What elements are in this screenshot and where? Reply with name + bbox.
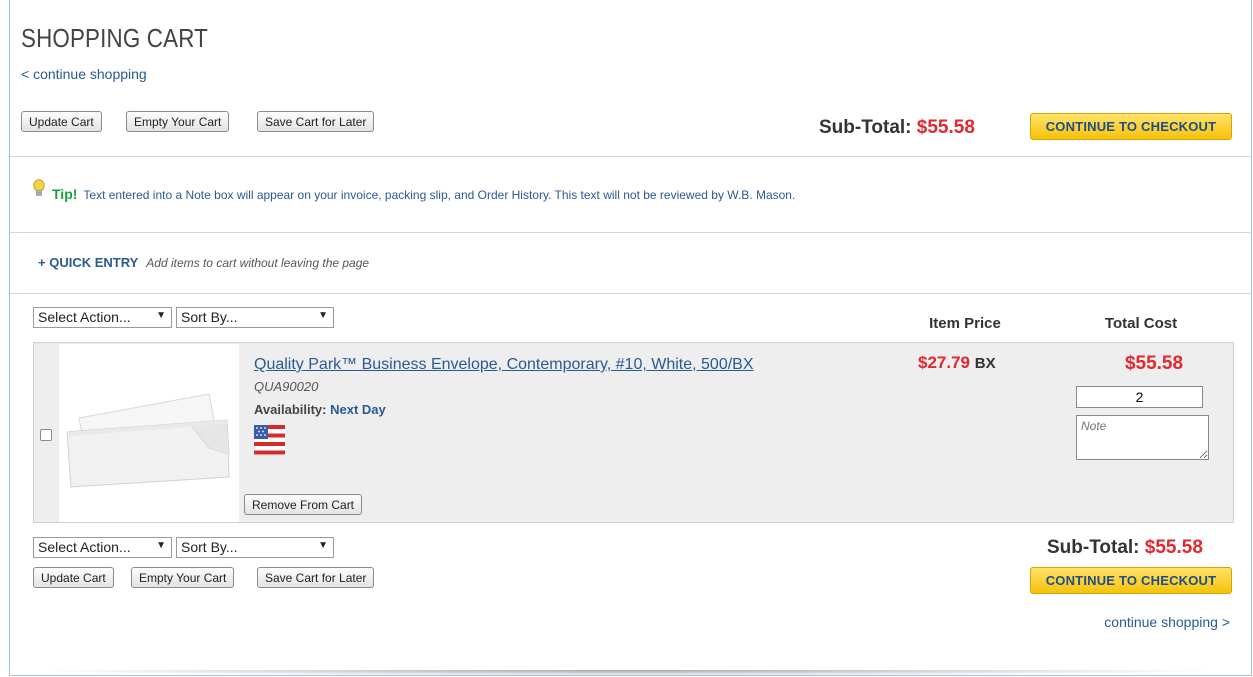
select-action-value: Select Action...	[38, 309, 131, 325]
subtotal-label: Sub-Total:	[1047, 537, 1140, 558]
quantity-input[interactable]	[1076, 386, 1203, 408]
dropdown-arrow-icon: ▼	[318, 540, 328, 551]
item-price: $27.79 BX	[918, 353, 996, 373]
envelope-image	[66, 393, 230, 488]
empty-cart-button-top[interactable]: Empty Your Cart	[126, 111, 230, 132]
quick-entry: + QUICK ENTRY Add items to cart without l…	[38, 255, 369, 270]
select-action-value: Select Action...	[38, 539, 131, 555]
dropdown-arrow-icon: ▼	[156, 540, 166, 551]
availability-label: Availability:	[254, 402, 327, 417]
save-cart-button-bottom[interactable]: Save Cart for Later	[257, 567, 375, 588]
update-cart-button-top[interactable]: Update Cart	[21, 111, 102, 132]
update-cart-button-bottom[interactable]: Update Cart	[33, 567, 114, 588]
tip-label: Tip!	[52, 186, 78, 202]
dropdown-arrow-icon: ▼	[156, 310, 166, 321]
save-cart-button-top[interactable]: Save Cart for Later	[257, 111, 375, 132]
quick-entry-description: Add items to cart without leaving the pa…	[146, 256, 370, 270]
frame-shadow	[20, 670, 1233, 676]
product-sku: QUA90020	[254, 379, 319, 394]
availability-value: Next Day	[330, 402, 386, 417]
remove-from-cart-button[interactable]: Remove From Cart	[244, 494, 363, 515]
product-name-link[interactable]: Quality Park™ Business Envelope, Contemp…	[254, 356, 754, 374]
us-flag-icon	[254, 425, 285, 455]
tip-text: Text entered into a Note box will appear…	[83, 188, 796, 202]
subtotal-label: Sub-Total:	[819, 117, 912, 138]
sort-by-value: Sort By...	[181, 539, 238, 555]
continue-shopping-link-top[interactable]: < continue shopping	[21, 66, 147, 82]
checkout-button-bottom[interactable]: CONTINUE TO CHECKOUT	[1030, 567, 1232, 594]
empty-cart-button-bottom[interactable]: Empty Your Cart	[131, 567, 235, 588]
column-item-price: Item Price	[929, 315, 1001, 332]
dropdown-arrow-icon: ▼	[318, 310, 328, 321]
sort-by-value: Sort By...	[181, 309, 238, 325]
subtotal-top: Sub-Total: $55.58	[819, 117, 975, 139]
continue-shopping-link-bottom[interactable]: continue shopping >	[1104, 614, 1230, 630]
quick-entry-link[interactable]: + QUICK ENTRY	[38, 255, 138, 270]
tip-message: Tip! Text entered into a Note box will ap…	[52, 186, 795, 202]
lightbulb-icon	[33, 179, 45, 196]
checkout-button-top[interactable]: CONTINUE TO CHECKOUT	[1030, 113, 1232, 140]
item-total-cost: $55.58	[1124, 353, 1184, 374]
page-title: SHOPPING CART	[21, 23, 208, 53]
select-action-top[interactable]: Select Action... ▼	[33, 307, 172, 328]
item-checkbox[interactable]	[40, 429, 52, 441]
item-price-value: $27.79	[918, 353, 970, 372]
availability: Availability: Next Day	[254, 402, 386, 417]
subtotal-value: $55.58	[916, 117, 975, 138]
column-total-cost: Total Cost	[1104, 315, 1178, 332]
select-action-bottom[interactable]: Select Action... ▼	[33, 537, 172, 558]
item-price-unit: BX	[974, 355, 996, 372]
note-field[interactable]	[1076, 415, 1209, 460]
divider	[10, 156, 1252, 157]
divider	[10, 232, 1252, 233]
product-image[interactable]	[59, 344, 239, 522]
subtotal-value: $55.58	[1144, 537, 1203, 558]
cart-item-row: Quality Park™ Business Envelope, Contemp…	[33, 342, 1234, 523]
sort-by-top[interactable]: Sort By... ▼	[176, 307, 334, 328]
subtotal-bottom: Sub-Total: $55.58	[1047, 537, 1203, 559]
sort-by-bottom[interactable]: Sort By... ▼	[176, 537, 334, 558]
divider	[10, 293, 1252, 294]
